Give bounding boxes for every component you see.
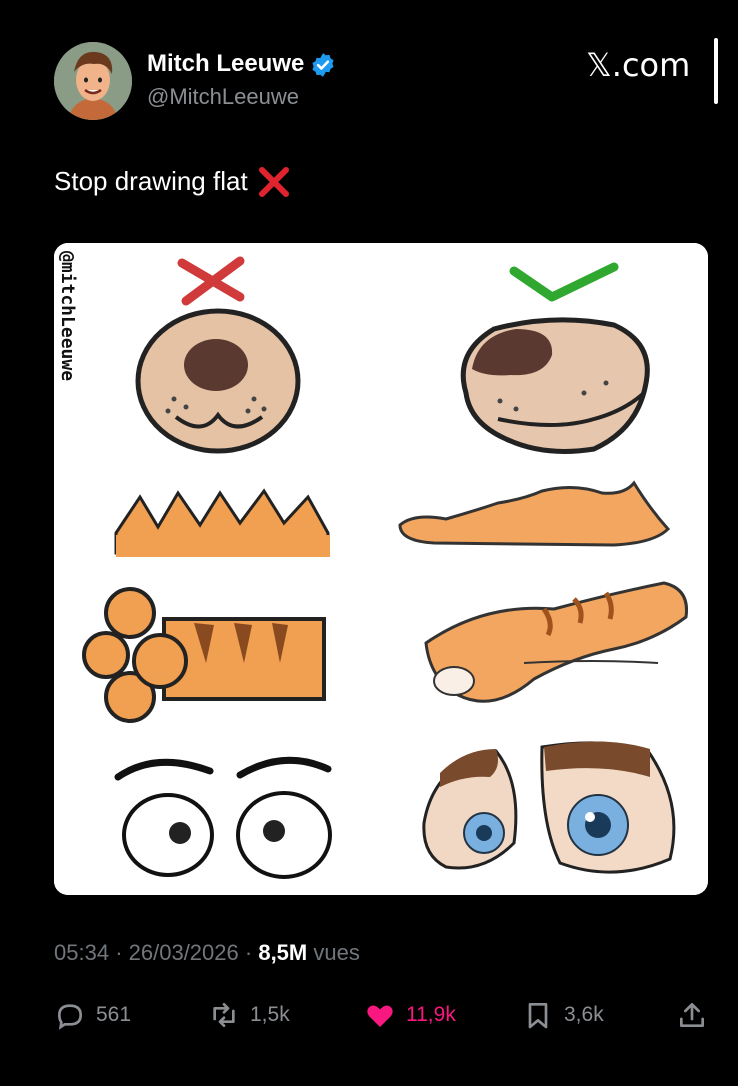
bookmark-icon: [528, 1003, 548, 1029]
meta-separator: ·: [115, 940, 129, 965]
like-count: 11,9k: [406, 1003, 456, 1026]
repost-button[interactable]: 1,5k: [208, 998, 290, 1032]
share-icon: [680, 1003, 704, 1027]
flat-nose-drawing: [135, 308, 301, 454]
author-handle[interactable]: @MitchLeeuwe: [147, 84, 299, 110]
tweet-meta: 05:34 · 26/03/2026 · 8,5M vues: [54, 940, 360, 966]
views-count: 8,5M: [258, 940, 308, 965]
reply-button[interactable]: 561: [54, 998, 131, 1032]
watermark: @mitchLeeuwe: [57, 251, 78, 381]
verified-badge-icon: [312, 53, 334, 77]
tweet-date[interactable]: 26/03/2026: [129, 940, 239, 965]
repost-count: 1,5k: [250, 1003, 290, 1026]
avatar[interactable]: [54, 42, 132, 120]
drawing-comparison-illustration: @mitchLeeuwe: [54, 243, 708, 895]
views-label: vues: [313, 940, 360, 965]
reply-count: 561: [96, 1003, 132, 1026]
avatar-image: [54, 42, 132, 120]
brand-logo: 𝕏.com: [586, 46, 691, 84]
volumetric-nose-drawing: [460, 317, 650, 454]
cross-mark-icon: [259, 167, 289, 197]
meta-separator: ·: [244, 940, 259, 965]
bookmark-count: 3,6k: [564, 1003, 604, 1026]
share-button[interactable]: [676, 998, 708, 1032]
tweet-text: Stop drawing flat: [54, 166, 248, 196]
author-name[interactable]: Mitch Leeuwe: [147, 50, 304, 78]
like-button[interactable]: 11,9k: [364, 998, 456, 1032]
tweet-image[interactable]: @mitchLeeuwe: [54, 243, 708, 895]
scroll-indicator: [714, 38, 718, 104]
tweet-time[interactable]: 05:34: [54, 940, 109, 965]
bookmark-button[interactable]: 3,6k: [522, 998, 604, 1032]
heart-icon: [367, 1005, 393, 1027]
reply-icon: [57, 1004, 83, 1030]
repost-icon: [213, 1003, 235, 1027]
